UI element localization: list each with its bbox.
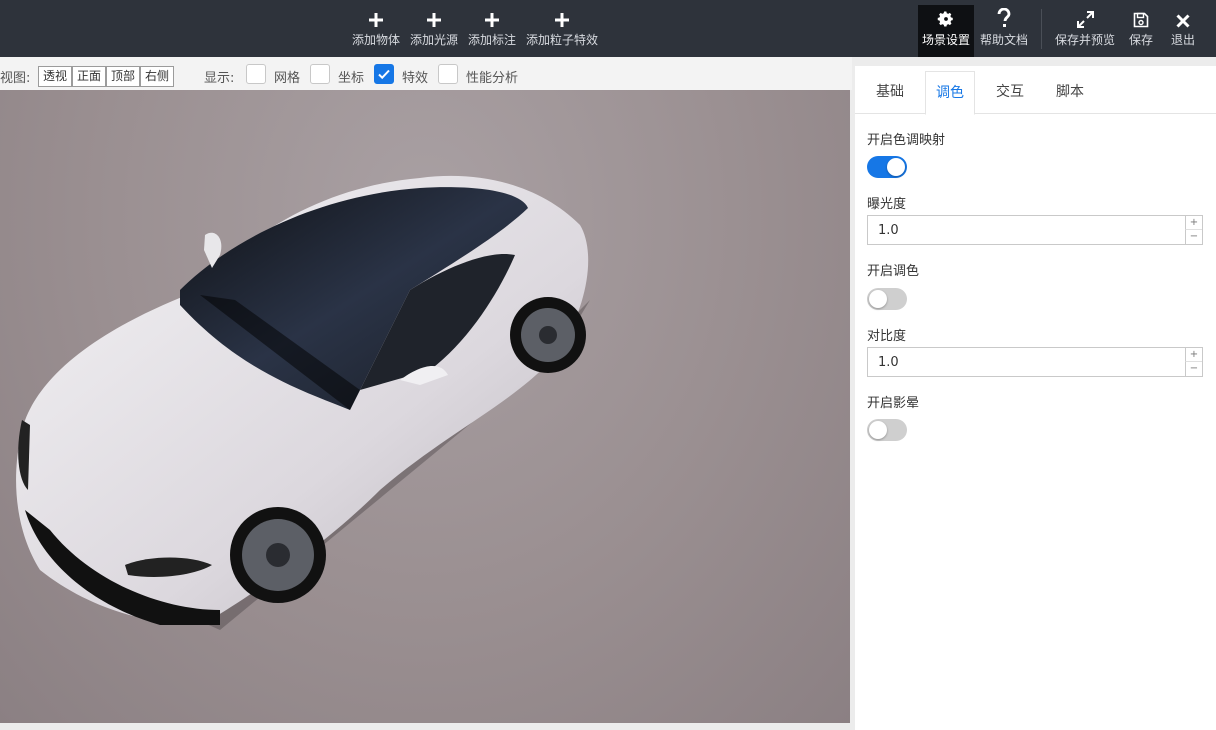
- add-light-button[interactable]: 添加光源: [408, 0, 460, 57]
- tab-interaction[interactable]: 交互: [985, 71, 1035, 114]
- effects-checkbox[interactable]: [374, 64, 394, 84]
- question-icon: [997, 8, 1011, 27]
- scene-settings-button[interactable]: 场景设置: [918, 5, 974, 57]
- add-light-label: 添加光源: [409, 33, 458, 47]
- checkmark-icon: [378, 69, 390, 80]
- add-particle-label: 添加粒子特效: [525, 33, 598, 47]
- expand-icon: [1076, 11, 1094, 28]
- color-grading-toggle[interactable]: [867, 288, 907, 310]
- contrast-stepper: + −: [867, 347, 1203, 377]
- display-label: 显示:: [204, 71, 235, 86]
- plus-icon: [485, 13, 499, 27]
- panel-tabs: 基础 调色 交互 脚本: [855, 71, 1216, 115]
- color-grading-label: 开启调色: [867, 264, 920, 279]
- contrast-decrement-button[interactable]: −: [1185, 362, 1202, 376]
- contrast-increment-button[interactable]: +: [1185, 348, 1202, 362]
- tone-mapping-label: 开启色调映射: [867, 133, 946, 148]
- tone-mapping-toggle[interactable]: [867, 156, 907, 178]
- 3d-viewport[interactable]: [0, 90, 850, 723]
- gear-icon: [937, 11, 953, 27]
- view-perspective-button[interactable]: 透视: [38, 66, 72, 87]
- tab-script[interactable]: 脚本: [1045, 71, 1095, 114]
- add-annotation-button[interactable]: 添加标注: [466, 0, 518, 57]
- vignette-label: 开启影晕: [867, 396, 920, 411]
- plus-icon: [555, 13, 569, 27]
- axes-checkbox-label: 坐标: [338, 71, 365, 86]
- add-object-button[interactable]: 添加物体: [350, 0, 402, 57]
- profiler-checkbox-label: 性能分析: [466, 71, 519, 86]
- save-preview-label: 保存并预览: [1054, 33, 1115, 47]
- save-preview-button[interactable]: 保存并预览: [1053, 0, 1117, 57]
- exit-button[interactable]: 退出: [1166, 0, 1200, 57]
- toggle-knob: [887, 158, 905, 176]
- add-object-label: 添加物体: [351, 33, 400, 47]
- help-docs-button[interactable]: 帮助文档: [978, 0, 1030, 57]
- exposure-stepper: + −: [867, 215, 1203, 245]
- top-toolbar: 添加物体 添加光源 添加标注 添加粒子特效 场景设置 帮助文档 保存并预览 保存…: [0, 0, 1216, 57]
- tab-basic[interactable]: 基础: [865, 71, 915, 114]
- plus-icon: [369, 13, 383, 27]
- grid-checkbox[interactable]: [246, 64, 266, 84]
- axes-checkbox[interactable]: [310, 64, 330, 84]
- view-right-button[interactable]: 右侧: [140, 66, 174, 87]
- tab-color-grading[interactable]: 调色: [925, 71, 975, 115]
- scene-settings-label: 场景设置: [921, 33, 970, 47]
- settings-panel: 基础 调色 交互 脚本 开启色调映射 曝光度 + − 开启调色 对比度 + − …: [855, 66, 1216, 730]
- help-docs-label: 帮助文档: [979, 33, 1028, 47]
- view-toolbar: 视图: 透视 正面 顶部 右侧 显示: 网格 坐标 特效 性能分析: [0, 57, 852, 90]
- effects-checkbox-label: 特效: [402, 71, 429, 86]
- floppy-disk-icon: [1133, 12, 1149, 28]
- grid-checkbox-label: 网格: [274, 71, 301, 86]
- exposure-increment-button[interactable]: +: [1185, 216, 1202, 230]
- profiler-checkbox[interactable]: [438, 64, 458, 84]
- add-annotation-label: 添加标注: [467, 33, 516, 47]
- save-button[interactable]: 保存: [1122, 0, 1160, 57]
- view-front-button[interactable]: 正面: [72, 66, 106, 87]
- vignette-toggle[interactable]: [867, 419, 907, 441]
- exposure-decrement-button[interactable]: −: [1185, 230, 1202, 244]
- view-label: 视图:: [0, 71, 31, 86]
- save-label: 保存: [1128, 33, 1153, 47]
- exposure-label: 曝光度: [867, 197, 907, 212]
- toggle-knob: [869, 290, 887, 308]
- close-icon: [1176, 14, 1190, 28]
- exposure-input[interactable]: [868, 216, 1186, 244]
- plus-icon: [427, 13, 441, 27]
- contrast-input[interactable]: [868, 348, 1186, 376]
- toggle-knob: [869, 421, 887, 439]
- exit-label: 退出: [1170, 33, 1195, 47]
- car-model[interactable]: [0, 90, 850, 723]
- view-top-button[interactable]: 顶部: [106, 66, 140, 87]
- add-particle-button[interactable]: 添加粒子特效: [524, 0, 600, 57]
- toolbar-divider: [1041, 9, 1042, 49]
- contrast-label: 对比度: [867, 329, 907, 344]
